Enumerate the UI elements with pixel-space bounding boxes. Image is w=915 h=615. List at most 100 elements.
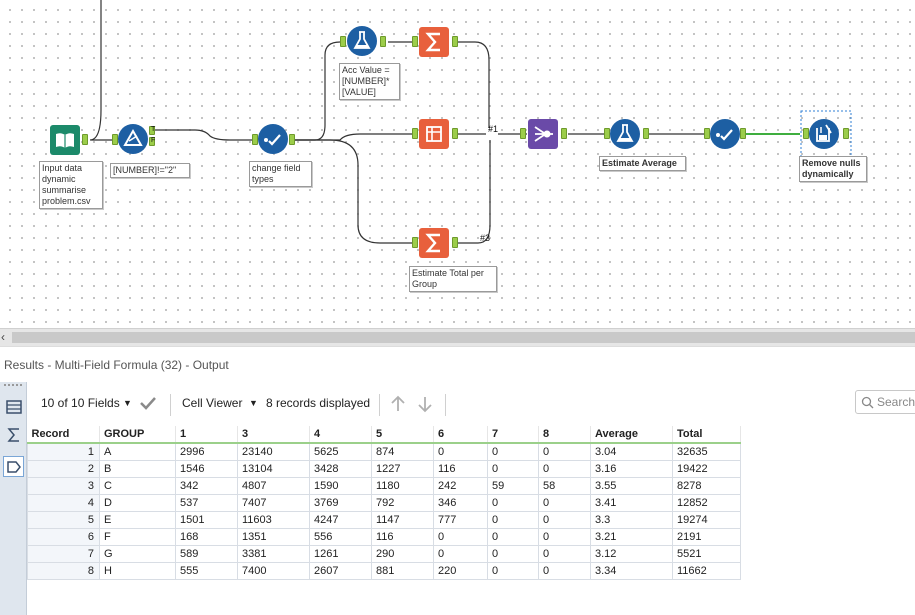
table-cell[interactable]: 3.16 — [590, 459, 673, 478]
table-cell[interactable]: 1180 — [371, 476, 434, 495]
summarize-bottom-tool[interactable] — [419, 228, 449, 258]
table-cell[interactable]: 2607 — [309, 561, 372, 580]
formula-acc-value-tool[interactable] — [347, 26, 377, 56]
multi-field-formula-tool[interactable] — [809, 119, 839, 149]
scroll-left-arrow-icon[interactable]: ‹ — [1, 330, 5, 344]
table-cell[interactable]: 0 — [433, 527, 488, 546]
table-cell[interactable]: 1501 — [175, 510, 238, 529]
record-number-cell[interactable]: 4 — [27, 493, 100, 512]
table-cell[interactable]: 537 — [175, 493, 238, 512]
table-cell[interactable]: 342 — [175, 476, 238, 495]
formula-avg-output-anchor[interactable] — [643, 128, 649, 139]
table-cell[interactable]: 1590 — [309, 476, 372, 495]
table-row[interactable]: 4 D 537 7407 3769 792 346 0 0 3.41 12852 — [27, 493, 741, 512]
panel-grip[interactable] — [4, 384, 22, 388]
select-tool-2[interactable] — [710, 119, 740, 149]
record-number-cell[interactable]: 7 — [27, 544, 100, 563]
table-cell[interactable]: 12852 — [672, 493, 741, 512]
apply-checkmark-icon[interactable] — [139, 395, 157, 411]
table-cell[interactable]: 0 — [487, 561, 539, 580]
table-cell[interactable]: 3.34 — [590, 561, 673, 580]
table-row[interactable]: 3 C 342 4807 1590 1180 242 59 58 3.55 8278 — [27, 476, 741, 495]
table-cell[interactable]: 0 — [538, 544, 591, 563]
column-header[interactable]: 8 — [538, 426, 591, 444]
table-row[interactable]: 5 E 1501 11603 4247 1147 777 0 0 3.3 19274 — [27, 510, 741, 529]
table-cell[interactable]: 555 — [175, 561, 238, 580]
table-cell[interactable]: 346 — [433, 493, 488, 512]
table-cell[interactable]: 2996 — [175, 442, 238, 461]
canvas-horizontal-scrollbar[interactable]: ‹ — [0, 328, 915, 346]
table-cell[interactable]: 116 — [433, 459, 488, 478]
tag-view-icon[interactable] — [3, 456, 24, 477]
table-cell[interactable]: F — [99, 527, 176, 546]
table-cell[interactable]: D — [99, 493, 176, 512]
arrow-down-icon[interactable] — [416, 395, 434, 413]
table-cell[interactable]: 1546 — [175, 459, 238, 478]
table-cell[interactable]: 0 — [538, 459, 591, 478]
table-view-icon[interactable] — [3, 396, 24, 417]
table-cell[interactable]: 589 — [175, 544, 238, 563]
crosstab-input-anchor[interactable] — [412, 128, 418, 139]
table-cell[interactable]: 792 — [371, 493, 434, 512]
crosstab-tool[interactable] — [419, 119, 449, 149]
table-cell[interactable]: 11662 — [672, 561, 741, 580]
table-cell[interactable]: 0 — [487, 493, 539, 512]
join-multiple-tool[interactable] — [528, 119, 558, 149]
table-cell[interactable]: 0 — [433, 442, 488, 461]
column-header[interactable]: 4 — [309, 426, 372, 444]
formula-estimate-average-tool[interactable] — [610, 119, 640, 149]
column-header[interactable]: 6 — [433, 426, 488, 444]
select2-output-anchor[interactable] — [740, 128, 746, 139]
table-cell[interactable]: 0 — [487, 459, 539, 478]
table-cell[interactable]: 0 — [538, 442, 591, 461]
arrow-up-icon[interactable] — [389, 395, 407, 413]
cell-viewer-dropdown[interactable]: Cell Viewer — [182, 396, 242, 410]
table-cell[interactable]: 19422 — [672, 459, 741, 478]
input-output-anchor[interactable] — [82, 134, 88, 145]
input-data-tool[interactable] — [50, 125, 80, 155]
table-cell[interactable]: 290 — [371, 544, 434, 563]
table-cell[interactable]: 0 — [433, 544, 488, 563]
table-cell[interactable]: 1351 — [237, 527, 310, 546]
crosstab-output-anchor[interactable] — [452, 128, 458, 139]
formula-top-output-anchor[interactable] — [380, 36, 386, 47]
table-cell[interactable]: 7400 — [237, 561, 310, 580]
table-cell[interactable]: 11603 — [237, 510, 310, 529]
column-header[interactable]: 1 — [175, 426, 238, 444]
table-cell[interactable]: B — [99, 459, 176, 478]
summarize-bottom-input-anchor[interactable] — [412, 237, 418, 248]
column-header[interactable]: Average — [590, 426, 673, 444]
table-row[interactable]: 6 F 168 1351 556 116 0 0 0 3.21 2191 — [27, 527, 741, 546]
table-cell[interactable]: 0 — [538, 493, 591, 512]
select-tool[interactable] — [258, 124, 288, 154]
table-cell[interactable]: 3381 — [237, 544, 310, 563]
table-cell[interactable]: 0 — [487, 544, 539, 563]
table-cell[interactable]: 1261 — [309, 544, 372, 563]
record-number-cell[interactable]: 8 — [27, 561, 100, 580]
table-cell[interactable]: 556 — [309, 527, 372, 546]
table-cell[interactable]: A — [99, 442, 176, 461]
table-cell[interactable]: 19274 — [672, 510, 741, 529]
table-cell[interactable]: 777 — [433, 510, 488, 529]
record-number-cell[interactable]: 5 — [27, 510, 100, 529]
table-cell[interactable]: 4807 — [237, 476, 310, 495]
column-header[interactable]: GROUP — [99, 426, 176, 444]
table-cell[interactable]: 8278 — [672, 476, 741, 495]
table-cell[interactable]: 0 — [538, 561, 591, 580]
multifield-output-anchor[interactable] — [843, 128, 849, 139]
table-cell[interactable]: 0 — [487, 527, 539, 546]
column-header[interactable]: Record — [27, 426, 100, 444]
table-cell[interactable]: E — [99, 510, 176, 529]
table-cell[interactable]: 116 — [371, 527, 434, 546]
table-row[interactable]: 1 A 2996 23140 5625 874 0 0 0 3.04 32635 — [27, 442, 741, 461]
table-cell[interactable]: 3769 — [309, 493, 372, 512]
table-cell[interactable]: 3.55 — [590, 476, 673, 495]
join-input-anchor[interactable] — [520, 128, 526, 139]
record-number-cell[interactable]: 6 — [27, 527, 100, 546]
table-cell[interactable]: 59 — [487, 476, 539, 495]
cell-viewer-chevron-icon[interactable]: ▼ — [249, 398, 258, 408]
table-cell[interactable]: 168 — [175, 527, 238, 546]
table-cell[interactable]: 242 — [433, 476, 488, 495]
table-cell[interactable]: 1227 — [371, 459, 434, 478]
table-cell[interactable]: C — [99, 476, 176, 495]
